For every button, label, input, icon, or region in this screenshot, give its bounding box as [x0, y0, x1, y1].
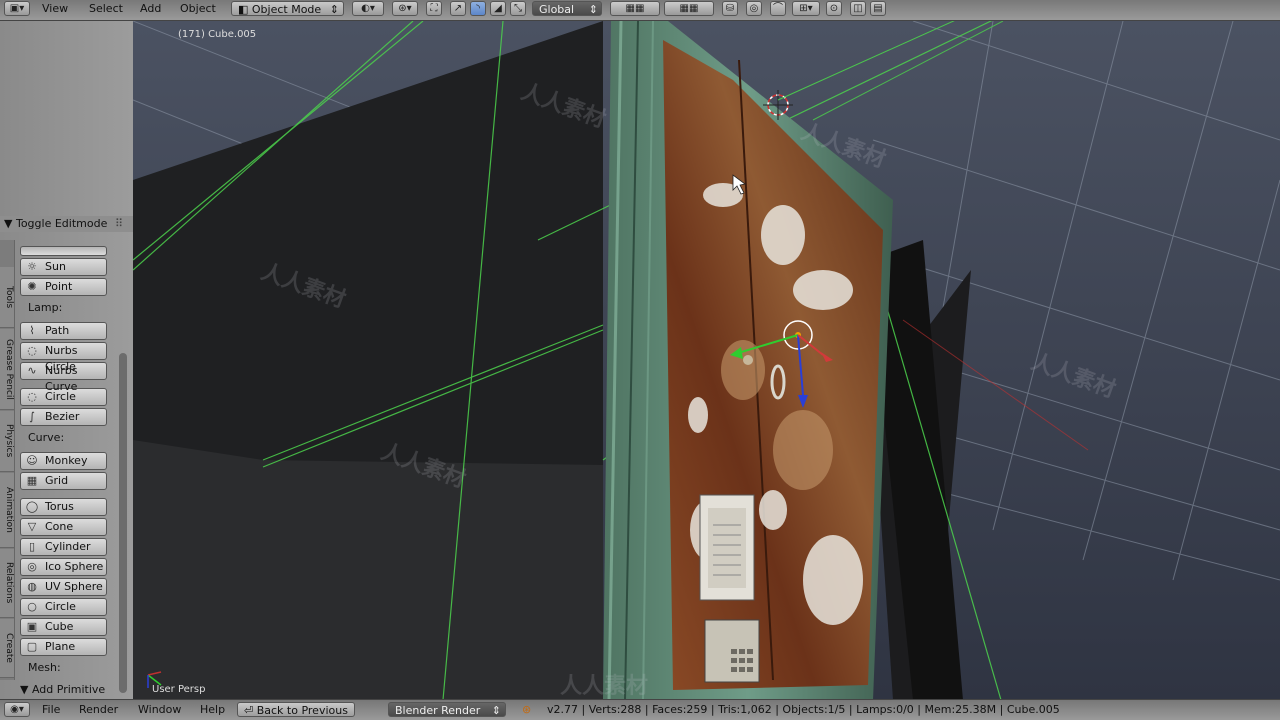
add-cylinder-button[interactable]: ▯ Cylinder [20, 538, 107, 556]
chevron-updown-icon: ⇕ [329, 3, 339, 16]
snap-toggle-icon[interactable]: ⌒ [770, 1, 786, 16]
cube-icon: ▣ [26, 620, 38, 633]
add-menu[interactable]: Add [140, 1, 161, 17]
viewport-shading-icon[interactable]: ◐▾ [352, 1, 384, 16]
bezier-icon: ∫ [29, 410, 35, 423]
add-uv-sphere-button[interactable]: ◍ UV Sphere [20, 578, 107, 596]
tab-physics[interactable]: Physics [0, 411, 14, 472]
lock-layers-icon[interactable]: ⛁ [722, 1, 738, 16]
object-menu[interactable]: Object [180, 1, 216, 17]
translate-manipulator-icon[interactable]: ↗ [450, 1, 466, 16]
render-engine-select[interactable]: Blender Render ⇕ [388, 702, 506, 717]
add-grid-button[interactable]: ▦ Grid [20, 472, 107, 490]
snap-element-icon[interactable]: ⊞▾ [792, 1, 820, 16]
add-path-button[interactable]: ⌇ Path [20, 322, 107, 340]
file-menu[interactable]: File [42, 702, 60, 718]
proportional-edit-icon[interactable]: ◎ [746, 1, 762, 16]
uv-sphere-icon: ◍ [27, 580, 37, 593]
help-menu[interactable]: Help [200, 702, 225, 718]
add-sun-lamp-button[interactable]: ☼ Sun [20, 258, 107, 276]
tab-relations[interactable]: Relations [0, 549, 14, 618]
layers-grid-icon[interactable]: ▦▦ [664, 1, 714, 16]
path-icon: ⌇ [29, 324, 35, 337]
editor-type-icon[interactable]: ▣▾ [4, 1, 30, 16]
add-monkey-button[interactable]: ☺ Monkey [20, 452, 107, 470]
panel-title: Add Primitive [31, 683, 106, 696]
cylinder-icon: ▯ [28, 540, 36, 553]
blender-window: User Persp (171) Cube.005 人人素材 人人素材 人人素材… [0, 0, 1280, 720]
add-spot-lamp-button[interactable] [20, 246, 107, 256]
blender-logo-icon: ⊛ [522, 703, 532, 716]
rotate-manipulator-icon[interactable]: ◝ [470, 1, 486, 16]
view-menu[interactable]: View [42, 1, 68, 17]
nurbs-curve-icon: ∿ [27, 364, 37, 377]
tool-shelf-scrollbar[interactable] [119, 353, 127, 693]
door-lock [743, 355, 753, 365]
add-nurbs-circle-button[interactable]: ◌ Nurbs Circle [20, 342, 107, 373]
toggle-editmode-panel-header[interactable]: ▼ Toggle Editmode ⠿ [0, 216, 133, 232]
add-point-lamp-button[interactable]: ✺ Point [20, 278, 107, 296]
render-menu[interactable]: Render [79, 702, 118, 718]
add-torus-button[interactable]: ◯ Torus [20, 498, 107, 516]
transform-orientation-select[interactable]: Global ⇕ [532, 1, 602, 16]
mesh-label: Mesh: [28, 661, 61, 674]
snap-target-icon[interactable]: ⊙ [826, 1, 842, 16]
info-header: ◉▾ File Render Window Help ⏎ Back to Pre… [0, 699, 1280, 720]
view-name: User Persp [152, 684, 206, 695]
add-plane-button[interactable]: ▢ Plane [20, 638, 107, 656]
layers-grid-icon[interactable]: ▦▦ [610, 1, 660, 16]
tab-tools[interactable]: Tools [0, 267, 14, 328]
nurbs-circle-icon: ◌ [27, 344, 37, 357]
tab-animation[interactable]: Animation [0, 473, 14, 548]
add-cone-button[interactable]: ▽ Cone [20, 518, 107, 536]
curve-label: Curve: [28, 431, 65, 444]
pivot-point-icon[interactable]: ⊛▾ [392, 1, 418, 16]
ico-sphere-icon: ◎ [27, 560, 37, 573]
editor-type-icon[interactable]: ◉▾ [4, 702, 30, 717]
curve-circle-icon: ◌ [27, 390, 37, 403]
object-info: (171) Cube.005 [178, 29, 257, 40]
plane-icon: ▢ [26, 640, 38, 653]
add-ico-sphere-button[interactable]: ◎ Ico Sphere [20, 558, 107, 576]
select-menu[interactable]: Select [89, 1, 123, 17]
3d-viewport[interactable] [133, 21, 1280, 700]
add-bezier-button[interactable]: ∫ Bezier [20, 408, 107, 426]
torus-icon: ◯ [25, 500, 39, 513]
lamp-label: Lamp: [28, 301, 63, 314]
circle-icon: ○ [27, 600, 37, 613]
cube-mode-icon: ◧ [238, 3, 252, 16]
window-menu[interactable]: Window [138, 702, 181, 718]
monkey-icon: ☺ [26, 454, 38, 467]
add-cube-button[interactable]: ▣ Cube [20, 618, 107, 636]
3d-view-header: ▣▾ View Select Add Object ◧ Object Mode ⇕… [0, 0, 1280, 21]
chevron-updown-icon: ⇕ [491, 704, 501, 717]
manip-extra-icon[interactable]: ⤡ [510, 1, 526, 16]
sun-lamp-icon: ☼ [27, 260, 37, 273]
scene-stats: v2.77 | Verts:288 | Faces:259 | Tris:1,0… [547, 703, 1060, 716]
back-to-previous-button[interactable]: ⏎ Back to Previous [237, 702, 355, 717]
back-icon: ⏎ [244, 704, 257, 717]
watermark: 人人素材 [560, 674, 649, 699]
mode-select[interactable]: ◧ Object Mode ⇕ [231, 1, 344, 16]
tab-create[interactable]: Create [0, 619, 14, 678]
chevron-updown-icon: ⇕ [588, 3, 598, 16]
manipulator-toggle-icon[interactable]: ⛶ [426, 1, 442, 16]
opengl-render-icon[interactable]: ◫ [850, 1, 866, 16]
opengl-anim-icon[interactable]: ▤ [870, 1, 886, 16]
add-circle-button[interactable]: ○ Circle [20, 598, 107, 616]
point-lamp-icon: ✺ [27, 280, 37, 293]
scale-manipulator-icon[interactable]: ◢ [490, 1, 506, 16]
tool-shelf-tabs: Create Relations Animation Physics Greas… [0, 240, 15, 680]
grid-icon: ▦ [26, 474, 38, 487]
tool-shelf: Create Relations Animation Physics Greas… [0, 21, 133, 700]
spot-lamp-icon [25, 240, 39, 254]
cone-icon: ▽ [27, 520, 37, 533]
add-primitive-panel-header[interactable]: ▼ Add Primitive [20, 683, 105, 696]
tab-grease-pencil[interactable]: Grease Pencil [0, 329, 14, 410]
